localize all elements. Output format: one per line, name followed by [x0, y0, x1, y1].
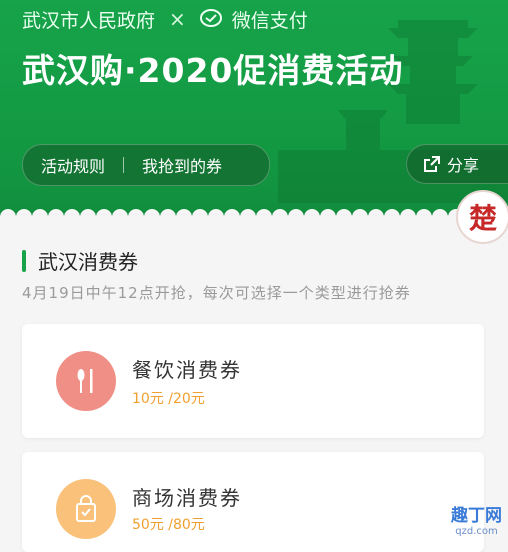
section-header: 武汉消费券 [22, 246, 138, 275]
watermark-main: 趣丁网 [451, 506, 502, 526]
share-button[interactable]: 分享 [406, 144, 508, 184]
activity-rules-button[interactable]: 活动规则 [23, 153, 123, 177]
coupon-amount: 50元 /80元 [132, 517, 205, 533]
chu-stamp-logo: 楚 [456, 190, 508, 244]
stamp-char: 楚 [468, 202, 497, 235]
cross-separator: × [169, 7, 186, 31]
wechat-pay-label: 微信支付 [231, 9, 308, 32]
wechat-pay-icon [199, 9, 222, 29]
share-icon [424, 156, 440, 172]
coupon-card-mall[interactable]: 商场消费券 50元 /80元 [22, 452, 484, 552]
gov-label: 武汉市人民政府 [22, 9, 156, 32]
coupon-name: 商场消费券 [132, 486, 242, 510]
scalloped-edge [0, 203, 508, 223]
coupon-amount: 10元 /20元 [132, 391, 205, 407]
page-title: 武汉购·2020促消费活动 [22, 51, 404, 90]
section-subtitle: 4月19日中午12点开抢，每次可选择一个类型进行抢券 [22, 284, 411, 302]
banner-actions: 活动规则 我抢到的券 [22, 144, 270, 186]
section-accent-bar [22, 249, 26, 272]
coupon-name: 餐饮消费券 [132, 358, 242, 382]
partner-header: 武汉市人民政府 × 微信支付 [22, 6, 308, 32]
activity-banner: 武汉市人民政府 × 微信支付 武汉购·2020促消费活动 活动规则 我抢到的券 … [0, 0, 508, 220]
share-label: 分享 [447, 156, 480, 175]
fork-knife-icon [56, 351, 116, 411]
shopping-bag-icon [56, 479, 116, 539]
coupon-card-dining[interactable]: 餐饮消费券 10元 /20元 [22, 324, 484, 438]
site-watermark: 趣丁网 qzd.com [451, 501, 502, 537]
watermark-sub: qzd.com [455, 526, 498, 537]
section-title: 武汉消费券 [38, 250, 138, 274]
my-coupons-button[interactable]: 我抢到的券 [124, 153, 240, 177]
